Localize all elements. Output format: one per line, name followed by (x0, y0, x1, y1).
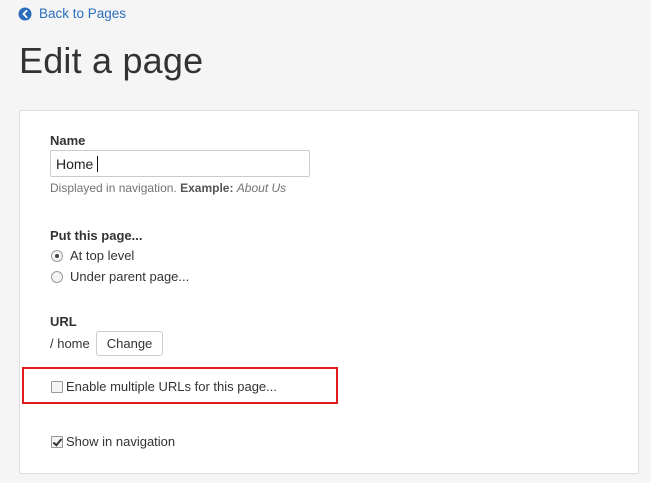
name-help-example-label: Example: (180, 181, 234, 195)
page-title: Edit a page (19, 40, 204, 81)
show-in-navigation-option[interactable]: Show in navigation (51, 434, 175, 449)
placement-label: Put this page... (50, 228, 143, 243)
radio-top-level-button[interactable] (51, 249, 63, 262)
name-input[interactable] (50, 150, 310, 177)
url-value: / home (50, 336, 90, 351)
highlight-box (22, 367, 338, 404)
url-row: / home Change (50, 331, 164, 356)
back-to-pages-link[interactable]: Back to Pages (18, 6, 126, 21)
name-label: Name (50, 133, 86, 148)
edit-page-form-panel: Name Displayed in navigation. Example: A… (19, 110, 639, 474)
show-in-navigation-label[interactable]: Show in navigation (66, 434, 175, 449)
change-url-button[interactable]: Change (95, 331, 164, 356)
back-link-label[interactable]: Back to Pages (39, 6, 126, 21)
show-in-navigation-checkbox[interactable] (51, 435, 63, 448)
name-help-text: Displayed in navigation. Example: About … (50, 181, 286, 195)
radio-top-level[interactable]: At top level (51, 248, 134, 263)
url-label: URL (50, 314, 77, 329)
radio-under-parent-label[interactable]: Under parent page... (70, 269, 189, 284)
edit-page-screen: Back to Pages Edit a page Name Displayed… (0, 0, 651, 483)
radio-under-parent-button[interactable] (51, 270, 63, 283)
radio-under-parent[interactable]: Under parent page... (51, 269, 189, 284)
text-cursor (97, 156, 98, 172)
radio-top-level-label[interactable]: At top level (70, 248, 134, 263)
name-help-main: Displayed in navigation. (50, 181, 177, 195)
arrow-left-circle-icon (18, 7, 32, 20)
name-help-example-value: About Us (236, 181, 287, 195)
